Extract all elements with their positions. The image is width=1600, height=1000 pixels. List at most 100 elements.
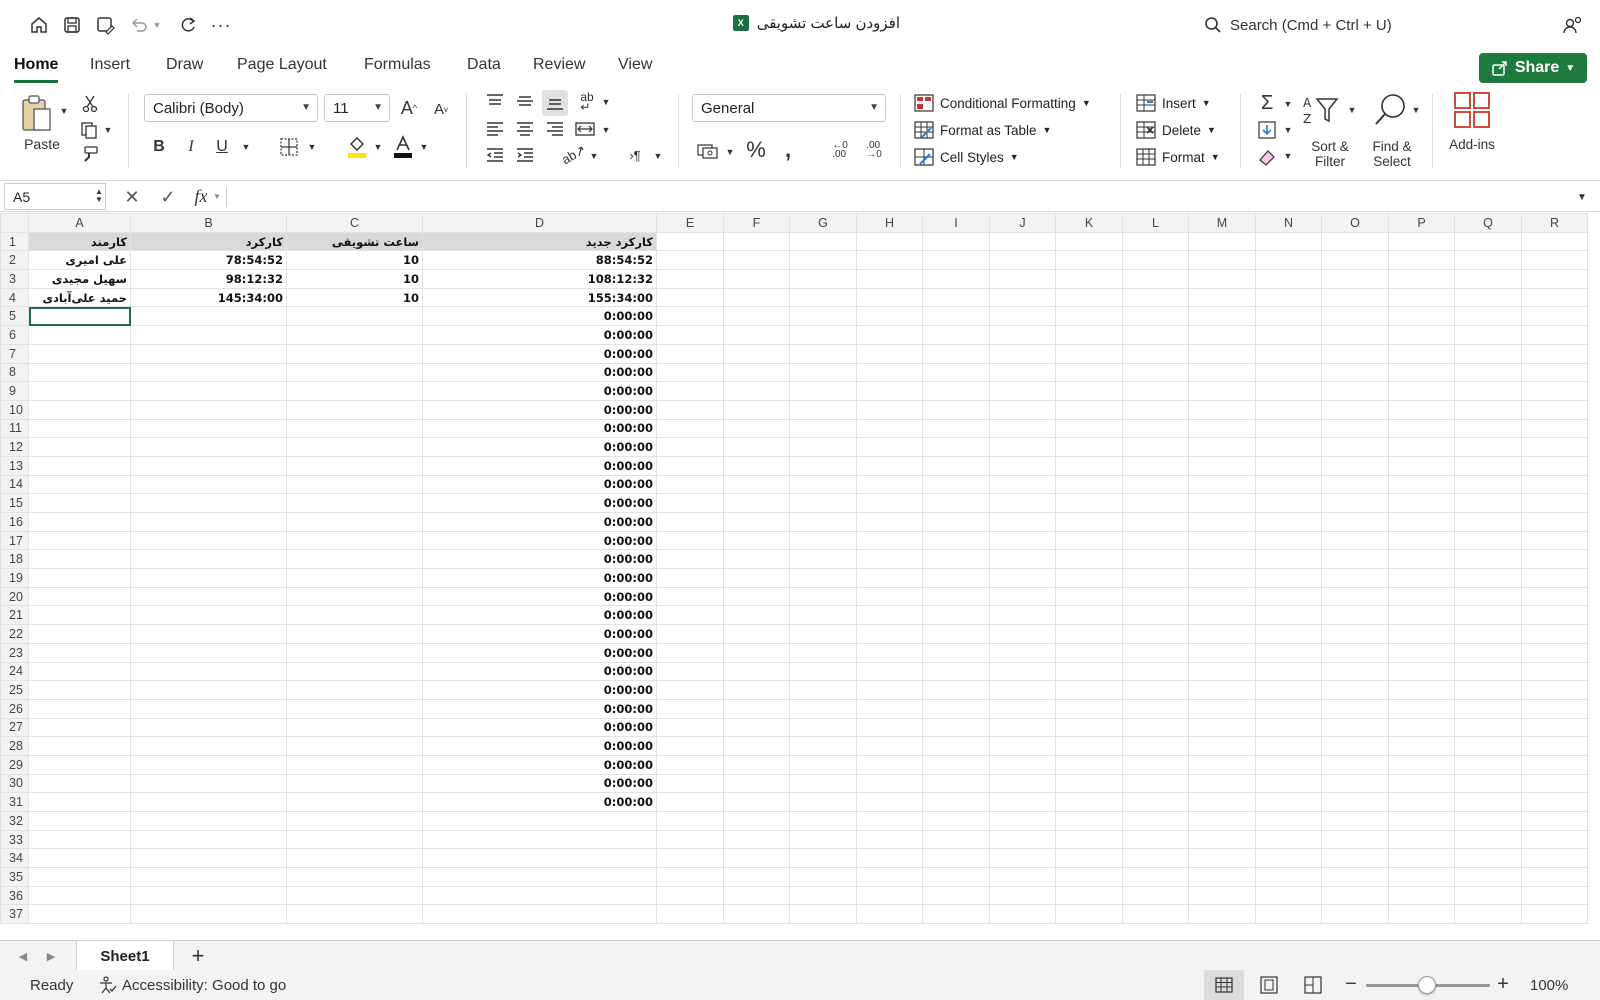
accessibility-status[interactable]: Accessibility: Good to go xyxy=(98,976,286,994)
cell-q7[interactable] xyxy=(1454,343,1522,364)
cell-j7[interactable] xyxy=(989,343,1056,364)
cell-c3[interactable]: 10 xyxy=(286,269,423,289)
cell-r11[interactable] xyxy=(1521,418,1588,439)
cell-i22[interactable] xyxy=(922,624,990,644)
cell-a20[interactable] xyxy=(28,586,131,607)
cell-l29[interactable] xyxy=(1122,754,1189,775)
cell-b21[interactable] xyxy=(130,605,287,626)
cell-q18[interactable] xyxy=(1454,549,1522,570)
tab-draw[interactable]: Draw xyxy=(166,56,203,80)
cell-a27[interactable] xyxy=(28,717,131,738)
cell-d2[interactable]: 88:54:52 xyxy=(422,250,657,271)
cell-c2[interactable]: 10 xyxy=(286,250,423,271)
cell-r5[interactable] xyxy=(1521,306,1588,327)
column-header-o[interactable]: O xyxy=(1321,213,1389,233)
cell-m2[interactable] xyxy=(1188,250,1256,271)
cell-g9[interactable] xyxy=(789,381,857,401)
cell-l3[interactable] xyxy=(1122,269,1189,289)
cell-d1[interactable]: کارکرد جدید xyxy=(422,231,657,252)
cell-h24[interactable] xyxy=(856,661,923,682)
cell-p20[interactable] xyxy=(1388,586,1455,607)
cell-e32[interactable] xyxy=(656,811,724,831)
cell-n16[interactable] xyxy=(1255,512,1322,532)
cell-l27[interactable] xyxy=(1122,717,1189,738)
cell-l24[interactable] xyxy=(1122,661,1189,682)
column-header-r[interactable]: R xyxy=(1521,213,1588,233)
row-header[interactable]: 13 xyxy=(0,455,29,476)
cell-q15[interactable] xyxy=(1454,493,1522,513)
cell-q22[interactable] xyxy=(1454,624,1522,644)
row-header[interactable]: 32 xyxy=(0,811,29,831)
cell-b18[interactable] xyxy=(130,549,287,570)
cell-m15[interactable] xyxy=(1188,493,1256,513)
delete-cells-button[interactable]: Delete ▼ xyxy=(1136,119,1216,141)
cell-l23[interactable] xyxy=(1122,642,1189,663)
cell-d35[interactable] xyxy=(422,867,657,887)
format-cells-button[interactable]: Format ▼ xyxy=(1136,146,1220,168)
cell-o8[interactable] xyxy=(1321,362,1389,383)
cell-n22[interactable] xyxy=(1255,624,1322,644)
cell-p12[interactable] xyxy=(1388,437,1455,457)
cell-h11[interactable] xyxy=(856,418,923,439)
cell-r24[interactable] xyxy=(1521,661,1588,682)
cell-c30[interactable] xyxy=(286,773,423,794)
column-header-l[interactable]: L xyxy=(1122,213,1189,233)
cell-m6[interactable] xyxy=(1188,325,1256,345)
cell-f12[interactable] xyxy=(723,437,790,457)
cell-q21[interactable] xyxy=(1454,605,1522,626)
cell-p33[interactable] xyxy=(1388,829,1455,850)
row-header[interactable]: 36 xyxy=(0,885,29,906)
cell-p15[interactable] xyxy=(1388,493,1455,513)
cell-m24[interactable] xyxy=(1188,661,1256,682)
cell-b12[interactable] xyxy=(130,437,287,457)
cell-f29[interactable] xyxy=(723,754,790,775)
cell-l7[interactable] xyxy=(1122,343,1189,364)
redo-icon[interactable] xyxy=(175,12,201,38)
cell-j6[interactable] xyxy=(989,325,1056,345)
row-header[interactable]: 29 xyxy=(0,754,29,775)
cell-b32[interactable] xyxy=(130,811,287,831)
copy-dropdown-icon[interactable]: ▼ xyxy=(102,124,114,136)
cell-b23[interactable] xyxy=(130,642,287,663)
cell-i9[interactable] xyxy=(922,381,990,401)
increase-font-size-icon[interactable]: A ^ xyxy=(398,96,420,120)
cell-a15[interactable] xyxy=(28,493,131,513)
cell-j33[interactable] xyxy=(989,829,1056,850)
cell-i32[interactable] xyxy=(922,811,990,831)
cell-o27[interactable] xyxy=(1321,717,1389,738)
cell-i8[interactable] xyxy=(922,362,990,383)
cell-b37[interactable] xyxy=(130,904,287,925)
cell-j5[interactable] xyxy=(989,306,1056,327)
cell-h33[interactable] xyxy=(856,829,923,850)
cell-e16[interactable] xyxy=(656,512,724,532)
name-box-stepper-icon[interactable]: ▲ ▼ xyxy=(94,183,104,209)
cell-p16[interactable] xyxy=(1388,512,1455,532)
cell-i3[interactable] xyxy=(922,269,990,289)
cell-q37[interactable] xyxy=(1454,904,1522,925)
find-select-icon[interactable] xyxy=(1370,92,1412,128)
cell-r19[interactable] xyxy=(1521,568,1588,588)
cell-a1[interactable]: کارمند xyxy=(28,231,131,252)
cell-r25[interactable] xyxy=(1521,680,1588,700)
cell-a8[interactable] xyxy=(28,362,131,383)
cell-p37[interactable] xyxy=(1388,904,1455,925)
cell-o32[interactable] xyxy=(1321,811,1389,831)
row-header[interactable]: 7 xyxy=(0,343,29,364)
cell-h4[interactable] xyxy=(856,287,923,308)
font-name-dropdown[interactable]: Calibri (Body) ▼ xyxy=(144,94,318,122)
cell-r31[interactable] xyxy=(1521,792,1588,812)
cell-d13[interactable]: 0:00:00 xyxy=(422,455,657,476)
cell-d9[interactable]: 0:00:00 xyxy=(422,381,657,401)
column-header-p[interactable]: P xyxy=(1388,213,1455,233)
column-header-e[interactable]: E xyxy=(656,213,724,233)
cell-k6[interactable] xyxy=(1055,325,1123,345)
cell-m18[interactable] xyxy=(1188,549,1256,570)
cell-h3[interactable] xyxy=(856,269,923,289)
cell-h19[interactable] xyxy=(856,568,923,588)
cell-j28[interactable] xyxy=(989,736,1056,756)
cell-f36[interactable] xyxy=(723,885,790,906)
cell-d6[interactable]: 0:00:00 xyxy=(422,325,657,345)
align-left-icon[interactable] xyxy=(484,118,506,140)
scroll-right-icon[interactable]: ▶ xyxy=(42,947,60,965)
row-header[interactable]: 6 xyxy=(0,325,29,345)
